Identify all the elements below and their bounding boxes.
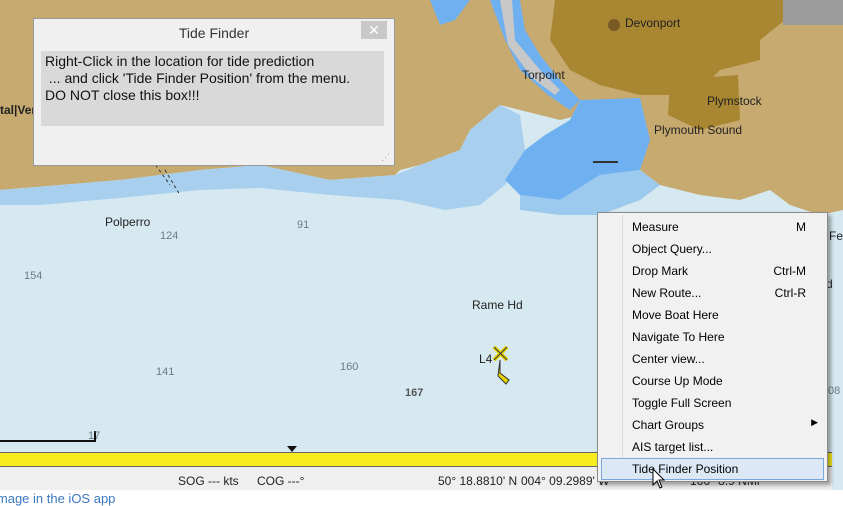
- close-button[interactable]: ✕: [361, 21, 387, 39]
- menu-item-label: Drop Mark: [632, 264, 689, 278]
- depth-sounding: 08: [828, 385, 841, 397]
- menu-item-tide-finder-position[interactable]: Tide Finder Position: [601, 458, 824, 480]
- menu-item-label: Course Up Mode: [632, 374, 723, 388]
- submenu-arrow-icon: ▶: [811, 417, 818, 427]
- menu-item-shortcut: Ctrl-R: [774, 286, 806, 300]
- dialog-message-line: DO NOT close this box!!!: [45, 87, 200, 103]
- footer-strip: image in the iOS app: [0, 490, 843, 506]
- menu-item-label: Center view...: [632, 352, 705, 366]
- cog-readout: COG ---°: [257, 474, 305, 488]
- place-label-plymstock: Plymstock: [707, 94, 762, 108]
- place-label-devonport: Devonport: [625, 16, 681, 30]
- menu-item-label: Tide Finder Position: [632, 462, 739, 476]
- place-label-rame-hd: Rame Hd: [472, 298, 523, 312]
- depth-sounding: 124: [160, 230, 179, 242]
- tide-station-icon[interactable]: [489, 343, 515, 387]
- place-label-partial-left: tal|Ver: [0, 103, 37, 117]
- menu-item-navigate-to-here[interactable]: Navigate To Here: [601, 326, 824, 348]
- context-menu[interactable]: Measure M Object Query... Drop Mark Ctrl…: [597, 212, 828, 482]
- sog-readout: SOG --- kts: [178, 474, 239, 488]
- menu-item-label: Navigate To Here: [632, 330, 725, 344]
- place-label-partial-right: Fe: [829, 229, 843, 243]
- resize-grip-icon[interactable]: ⋰: [381, 152, 390, 163]
- menu-item-label: Object Query...: [632, 242, 712, 256]
- place-label-torpoint: Torpoint: [522, 68, 565, 82]
- menu-item-new-route[interactable]: New Route... Ctrl-R: [601, 282, 824, 304]
- depth-sounding: 141: [156, 366, 175, 378]
- depth-sounding: 160: [340, 361, 359, 373]
- menu-item-label: New Route...: [632, 286, 702, 300]
- menu-item-chart-groups[interactable]: Chart Groups ▶: [601, 414, 824, 436]
- depth-sounding: 17: [88, 430, 101, 442]
- depth-sounding: 91: [297, 219, 310, 231]
- depth-sounding: 154: [24, 270, 43, 282]
- menu-item-label: Measure: [632, 220, 679, 234]
- tide-finder-dialog[interactable]: Tide Finder ✕ Right-Click in the locatio…: [33, 18, 395, 166]
- place-label-polperro: Polperro: [105, 215, 151, 229]
- mouse-cursor-icon: [652, 468, 666, 489]
- latitude-readout: 50° 18.8810' N: [438, 474, 518, 488]
- menu-item-drop-mark[interactable]: Drop Mark Ctrl-M: [601, 260, 824, 282]
- menu-item-toggle-full-screen[interactable]: Toggle Full Screen: [601, 392, 824, 414]
- place-label-plymouth-sound: Plymouth Sound: [654, 123, 743, 137]
- menu-item-label: AIS target list...: [632, 440, 714, 454]
- menu-item-course-up-mode[interactable]: Course Up Mode: [601, 370, 824, 392]
- menu-item-ais-target-list[interactable]: AIS target list...: [601, 436, 824, 458]
- menu-item-label: Move Boat Here: [632, 308, 719, 322]
- dialog-message-box: Right-Click in the location for tide pre…: [41, 51, 384, 126]
- menu-item-object-query[interactable]: Object Query...: [601, 238, 824, 260]
- dialog-message-line: Right-Click in the location for tide pre…: [45, 53, 315, 69]
- menu-item-move-boat-here[interactable]: Move Boat Here: [601, 304, 824, 326]
- menu-item-label: Toggle Full Screen: [632, 396, 732, 410]
- dialog-message-line: ... and click 'Tide Finder Position' fro…: [45, 70, 351, 86]
- menu-item-measure[interactable]: Measure M: [601, 216, 824, 238]
- dialog-title: Tide Finder: [178, 25, 250, 41]
- menu-item-shortcut: M: [796, 220, 806, 234]
- menu-item-shortcut: Ctrl-M: [773, 264, 806, 278]
- dialog-titlebar[interactable]: Tide Finder ✕: [34, 19, 394, 47]
- depth-sounding: 167: [405, 387, 424, 399]
- menu-item-center-view[interactable]: Center view...: [601, 348, 824, 370]
- menu-item-label: Chart Groups: [632, 418, 705, 432]
